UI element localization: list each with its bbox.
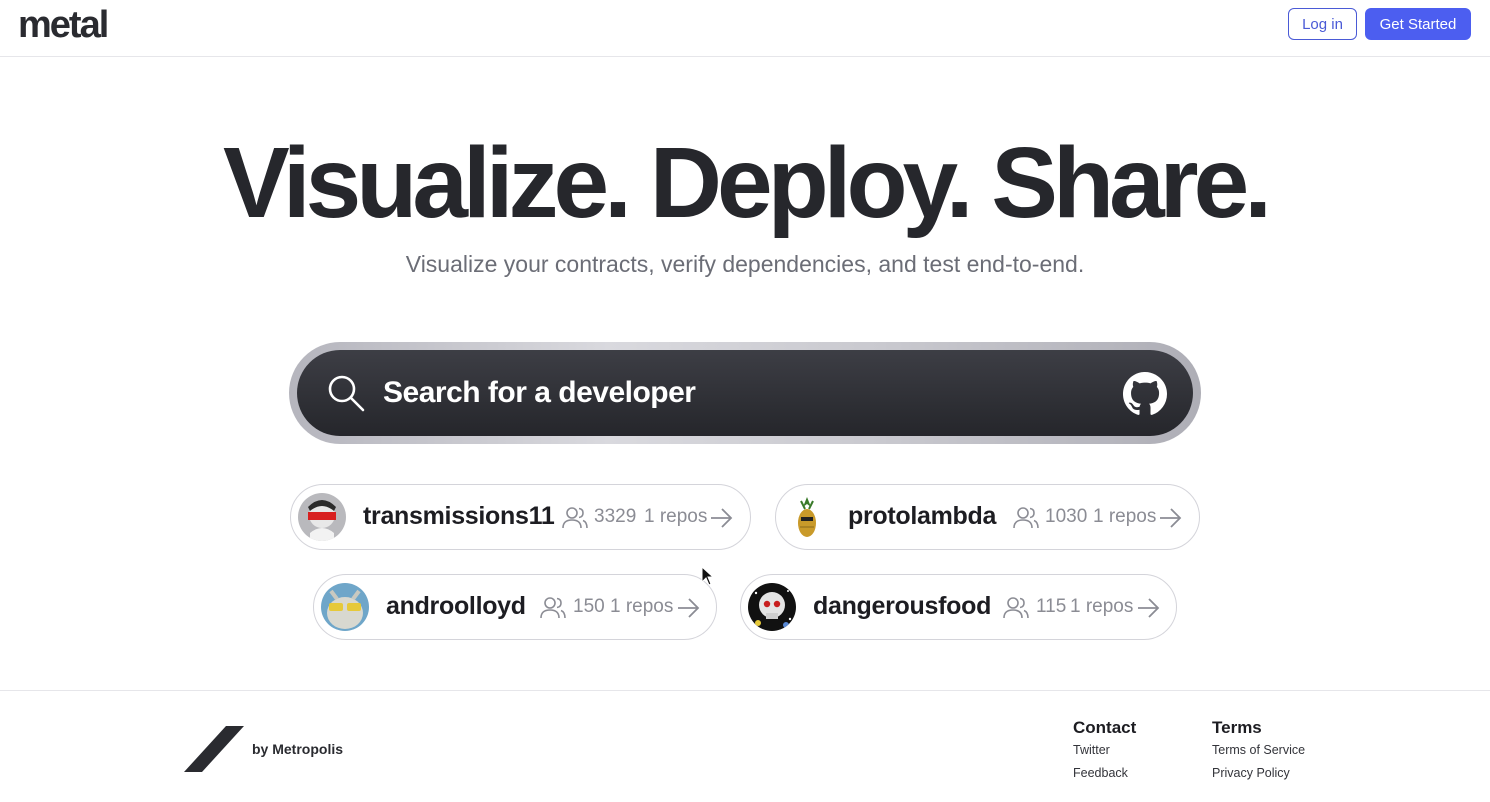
- developer-card-androolloyd[interactable]: androolloyd 150 1 repos: [313, 574, 717, 640]
- avatar: [298, 493, 346, 541]
- search-input[interactable]: Search for a developer: [297, 350, 1193, 436]
- arrow-right-icon: [711, 508, 733, 528]
- people-icon: [562, 507, 588, 529]
- developer-name: protolambda: [848, 502, 997, 530]
- developer-card-dangerousfood[interactable]: dangerousfood 115 1 repos: [740, 574, 1177, 640]
- footer: by Metropolis Contact Twitter Feedback T…: [0, 690, 1490, 802]
- repo-count: 1 repos: [644, 506, 708, 527]
- repo-count: 1 repos: [1070, 596, 1134, 617]
- search-bar-frame: Search for a developer: [289, 342, 1201, 444]
- people-icon: [540, 597, 566, 619]
- follower-count: 1030: [1045, 506, 1088, 527]
- follower-count: 150: [573, 596, 605, 617]
- terms-of-service-link[interactable]: Terms of Service: [1212, 743, 1305, 757]
- mouse-cursor-icon: [701, 566, 715, 586]
- follower-count: 3329: [594, 506, 637, 527]
- repo-count: 1 repos: [1093, 506, 1157, 527]
- github-icon[interactable]: [1123, 372, 1167, 416]
- avatar: [321, 583, 369, 631]
- twitter-link[interactable]: Twitter: [1073, 743, 1110, 757]
- avatar: [748, 583, 796, 631]
- repo-count: 1 repos: [610, 596, 674, 617]
- developer-name: transmissions11: [363, 502, 555, 530]
- hero-headline: Visualize. Deploy. Share.: [223, 127, 1272, 239]
- terms-heading: Terms: [1212, 718, 1262, 737]
- arrow-right-icon: [1138, 598, 1160, 618]
- arrow-right-icon: [1160, 508, 1182, 528]
- feedback-link[interactable]: Feedback: [1073, 766, 1128, 780]
- metal-logo[interactable]: metal: [18, 4, 109, 47]
- contact-heading: Contact: [1073, 718, 1137, 737]
- arrow-right-icon: [678, 598, 700, 618]
- privacy-policy-link[interactable]: Privacy Policy: [1212, 766, 1290, 780]
- avatar: [783, 493, 831, 541]
- hero-subline: Visualize your contracts, verify depende…: [405, 251, 1085, 277]
- developer-name: dangerousfood: [813, 592, 992, 620]
- search-icon: [328, 375, 365, 412]
- people-icon: [1013, 507, 1039, 529]
- metropolis-logo[interactable]: [184, 726, 244, 772]
- developer-card-transmissions11[interactable]: transmissions11 3329 1 repos: [290, 484, 751, 550]
- search-placeholder: Search for a developer: [383, 376, 696, 409]
- developer-name: androolloyd: [386, 592, 526, 620]
- people-icon: [1003, 597, 1029, 619]
- login-button[interactable]: Log in: [1288, 8, 1357, 40]
- by-metropolis-label[interactable]: by Metropolis: [252, 741, 343, 757]
- follower-count: 115: [1036, 596, 1067, 617]
- top-nav: metal Log in Get Started: [0, 0, 1490, 57]
- get-started-button[interactable]: Get Started: [1365, 8, 1471, 40]
- developer-card-protolambda[interactable]: protolambda 1030 1 repos: [775, 484, 1200, 550]
